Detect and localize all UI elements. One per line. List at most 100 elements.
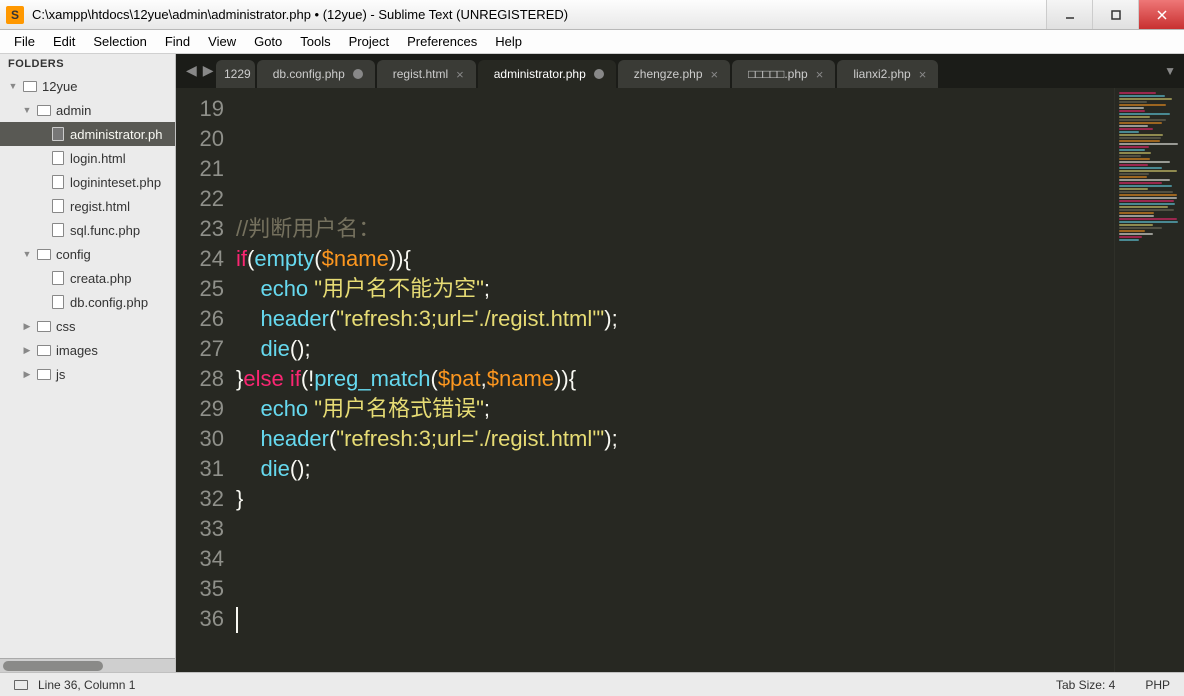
tab-lianxi2-php[interactable]: lianxi2.php× (837, 60, 938, 88)
line-numbers: 192021222324252627282930313233343536 (176, 88, 236, 672)
file-item-creata-php[interactable]: creata.php (0, 266, 175, 290)
status-bar: Line 36, Column 1 Tab Size: 4 PHP (0, 672, 1184, 696)
menu-goto[interactable]: Goto (246, 34, 290, 49)
file-item-sql-func-php[interactable]: sql.func.php (0, 218, 175, 242)
tab-history-forward[interactable]: ▶ (201, 60, 216, 81)
tab-regist-html[interactable]: regist.html × (377, 60, 476, 88)
dirty-indicator-icon (353, 69, 363, 79)
tree-item-label: regist.html (70, 199, 130, 214)
status-tabsize[interactable]: Tab Size: 4 (1056, 678, 1115, 692)
menu-preferences[interactable]: Preferences (399, 34, 485, 49)
folder-icon (37, 105, 51, 116)
close-icon[interactable]: × (711, 67, 719, 82)
close-icon[interactable]: × (919, 67, 927, 82)
tab-label: administrator.php (494, 67, 586, 81)
tree-item-label: logininteset.php (70, 175, 161, 190)
close-button[interactable] (1138, 0, 1184, 29)
menu-tools[interactable]: Tools (292, 34, 338, 49)
folder-item-css[interactable]: ▶css (0, 314, 175, 338)
code-editor[interactable]: //判断用户名：if(empty($name)){ echo "用户名不能为空"… (236, 88, 1114, 672)
menu-view[interactable]: View (200, 34, 244, 49)
dirty-indicator-icon (594, 69, 604, 79)
tree-item-label: sql.func.php (70, 223, 140, 238)
file-icon (52, 295, 64, 309)
code-line[interactable] (236, 544, 1114, 574)
folder-item-config[interactable]: ▼config (0, 242, 175, 266)
status-position[interactable]: Line 36, Column 1 (38, 678, 135, 692)
tab-administrator-php[interactable]: administrator.php (478, 60, 616, 88)
panel-icon[interactable] (14, 680, 28, 690)
code-line[interactable]: header("refresh:3;url='./regist.html'"); (236, 304, 1114, 334)
menu-file[interactable]: File (6, 34, 43, 49)
minimap[interactable] (1114, 88, 1184, 672)
close-icon[interactable]: × (456, 67, 464, 82)
code-line[interactable] (236, 124, 1114, 154)
sidebar: FOLDERS ▼12yue▼admin administrator.ph logi… (0, 54, 176, 672)
folder-icon (37, 321, 51, 332)
menu-project[interactable]: Project (341, 34, 397, 49)
tab-zhengze-php[interactable]: zhengze.php × (618, 60, 730, 88)
maximize-button[interactable] (1092, 0, 1138, 29)
folder-tree[interactable]: ▼12yue▼admin administrator.ph login.html lo… (0, 74, 175, 658)
code-line[interactable]: echo "用户名不能为空"; (236, 274, 1114, 304)
tab-label: zhengze.php (634, 67, 703, 81)
folder-icon (37, 249, 51, 260)
code-line[interactable]: die(); (236, 454, 1114, 484)
code-line[interactable]: }else if(!preg_match($pat,$name)){ (236, 364, 1114, 394)
code-line[interactable] (236, 184, 1114, 214)
tab-bar: ◀ ▶ 1229 db.config.php regist.html × admini… (176, 54, 1184, 88)
menu-find[interactable]: Find (157, 34, 198, 49)
menubar: FileEditSelectionFindViewGotoToolsProjec… (0, 30, 1184, 54)
tab-db-config-php[interactable]: db.config.php (257, 60, 375, 88)
code-line[interactable] (236, 574, 1114, 604)
menu-help[interactable]: Help (487, 34, 530, 49)
file-item-login-html[interactable]: login.html (0, 146, 175, 170)
status-syntax[interactable]: PHP (1145, 678, 1170, 692)
file-icon (52, 151, 64, 165)
tab-label: □□□□□.php (748, 67, 808, 81)
file-icon (52, 223, 64, 237)
tree-item-label: administrator.ph (70, 127, 163, 142)
code-line[interactable]: header("refresh:3;url='./regist.html'"); (236, 424, 1114, 454)
folder-item-admin[interactable]: ▼admin (0, 98, 175, 122)
code-line[interactable]: //判断用户名： (236, 214, 1114, 244)
folder-icon (23, 81, 37, 92)
code-line[interactable] (236, 154, 1114, 184)
tab-overflow-icon[interactable]: ▼ (1164, 64, 1176, 78)
close-icon[interactable]: × (816, 67, 824, 82)
folder-icon (37, 345, 51, 356)
tree-item-label: css (56, 319, 76, 334)
file-item-regist-html[interactable]: regist.html (0, 194, 175, 218)
code-line[interactable] (236, 514, 1114, 544)
file-item-administrator-ph[interactable]: administrator.ph (0, 122, 175, 146)
tab-nav: ◀ ▶ (184, 60, 216, 81)
tree-item-label: config (56, 247, 91, 262)
folder-item-12yue[interactable]: ▼12yue (0, 74, 175, 98)
file-icon (52, 199, 64, 213)
file-icon (52, 271, 64, 285)
tab--php[interactable]: □□□□□.php × (732, 60, 835, 88)
folder-item-js[interactable]: ▶js (0, 362, 175, 386)
code-line[interactable] (236, 604, 1114, 634)
code-line[interactable]: die(); (236, 334, 1114, 364)
folder-item-images[interactable]: ▶images (0, 338, 175, 362)
window-title: C:\xampp\htdocs\12yue\admin\administrato… (32, 7, 1046, 22)
tab-partial[interactable]: 1229 (216, 60, 255, 88)
sidebar-header: FOLDERS (0, 54, 175, 74)
tab-label: regist.html (393, 67, 448, 81)
menu-selection[interactable]: Selection (85, 34, 154, 49)
code-line[interactable]: if(empty($name)){ (236, 244, 1114, 274)
code-line[interactable]: } (236, 484, 1114, 514)
file-item-db-config-php[interactable]: db.config.php (0, 290, 175, 314)
file-item-logininteset-php[interactable]: logininteset.php (0, 170, 175, 194)
menu-edit[interactable]: Edit (45, 34, 83, 49)
minimize-button[interactable] (1046, 0, 1092, 29)
window-controls (1046, 0, 1184, 29)
code-line[interactable]: echo "用户名格式错误"; (236, 394, 1114, 424)
tab-history-back[interactable]: ◀ (184, 60, 199, 81)
code-line[interactable] (236, 94, 1114, 124)
sidebar-scrollbar[interactable] (0, 658, 175, 672)
app-icon: S (6, 6, 24, 24)
tree-item-label: db.config.php (70, 295, 148, 310)
text-cursor (236, 607, 238, 633)
